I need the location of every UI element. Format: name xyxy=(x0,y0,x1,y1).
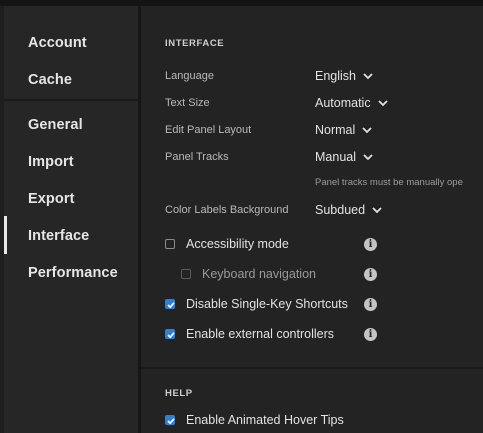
text-size-dropdown[interactable]: Automatic xyxy=(315,96,389,110)
panel-tracks-label: Panel Tracks xyxy=(165,151,229,163)
sidebar-item-cache[interactable]: Cache xyxy=(28,72,72,88)
panel-tracks-value: Manual xyxy=(315,150,356,164)
language-value: English xyxy=(315,69,356,83)
enable-external-controllers-label: Enable external controllers xyxy=(186,327,334,341)
disable-single-key-shortcuts-checkbox[interactable] xyxy=(165,299,175,309)
sidebar-item-performance[interactable]: Performance xyxy=(28,265,118,281)
sidebar-item-account[interactable]: Account xyxy=(28,35,87,51)
chevron-down-icon xyxy=(363,73,373,80)
edit-panel-layout-label: Edit Panel Layout xyxy=(165,124,252,136)
section-title-interface: INTERFACE xyxy=(165,38,225,49)
panel-tracks-dropdown[interactable]: Manual xyxy=(315,150,374,164)
enable-external-controllers-checkbox[interactable] xyxy=(165,329,175,339)
info-icon[interactable]: i xyxy=(364,268,377,281)
language-dropdown[interactable]: English xyxy=(315,69,374,83)
sidebar: Account Cache General Import Export Inte… xyxy=(4,6,138,433)
enable-external-controllers-row[interactable]: Enable external controllers xyxy=(165,327,334,341)
checkmark-icon xyxy=(167,418,175,425)
accessibility-mode-label: Accessibility mode xyxy=(186,237,289,251)
language-label: Language xyxy=(165,70,214,82)
chevron-down-icon xyxy=(362,127,372,134)
settings-panel: INTERFACE Language English Text Size Aut… xyxy=(141,6,483,433)
accessibility-mode-row[interactable]: Accessibility mode xyxy=(165,237,289,251)
sidebar-item-export[interactable]: Export xyxy=(28,191,75,207)
text-size-label: Text Size xyxy=(165,97,210,109)
edit-panel-layout-dropdown[interactable]: Normal xyxy=(315,123,373,137)
keyboard-navigation-row[interactable]: Keyboard navigation xyxy=(181,267,316,281)
chevron-down-icon xyxy=(372,207,382,214)
info-icon[interactable]: i xyxy=(364,298,377,311)
panel-tracks-hint: Panel tracks must be manually ope xyxy=(315,177,463,188)
enable-animated-hover-tips-row[interactable]: Enable Animated Hover Tips xyxy=(165,413,344,427)
color-labels-background-label: Color Labels Background xyxy=(165,204,289,216)
sidebar-active-indicator xyxy=(4,216,7,254)
sidebar-divider xyxy=(4,99,138,101)
disable-single-key-shortcuts-label: Disable Single-Key Shortcuts xyxy=(186,297,348,311)
accessibility-mode-checkbox[interactable] xyxy=(165,239,175,249)
enable-animated-hover-tips-label: Enable Animated Hover Tips xyxy=(186,413,344,427)
color-labels-background-dropdown[interactable]: Subdued xyxy=(315,203,383,217)
edit-panel-layout-value: Normal xyxy=(315,123,356,137)
sidebar-item-interface[interactable]: Interface xyxy=(28,228,89,244)
info-icon[interactable]: i xyxy=(364,328,377,341)
sidebar-item-general[interactable]: General xyxy=(28,117,83,133)
preferences-window: Account Cache General Import Export Inte… xyxy=(0,0,483,433)
color-labels-background-value: Subdued xyxy=(315,203,366,217)
keyboard-navigation-checkbox[interactable] xyxy=(181,269,191,279)
disable-single-key-shortcuts-row[interactable]: Disable Single-Key Shortcuts xyxy=(165,297,348,311)
checkmark-icon xyxy=(167,302,175,309)
sidebar-item-import[interactable]: Import xyxy=(28,154,74,170)
keyboard-navigation-label: Keyboard navigation xyxy=(202,267,316,281)
checkmark-icon xyxy=(167,332,175,339)
info-icon[interactable]: i xyxy=(364,238,377,251)
text-size-value: Automatic xyxy=(315,96,371,110)
chevron-down-icon xyxy=(363,154,373,161)
enable-animated-hover-tips-checkbox[interactable] xyxy=(165,415,175,425)
chevron-down-icon xyxy=(377,100,388,107)
section-divider xyxy=(141,367,483,369)
section-title-help: HELP xyxy=(165,388,193,399)
